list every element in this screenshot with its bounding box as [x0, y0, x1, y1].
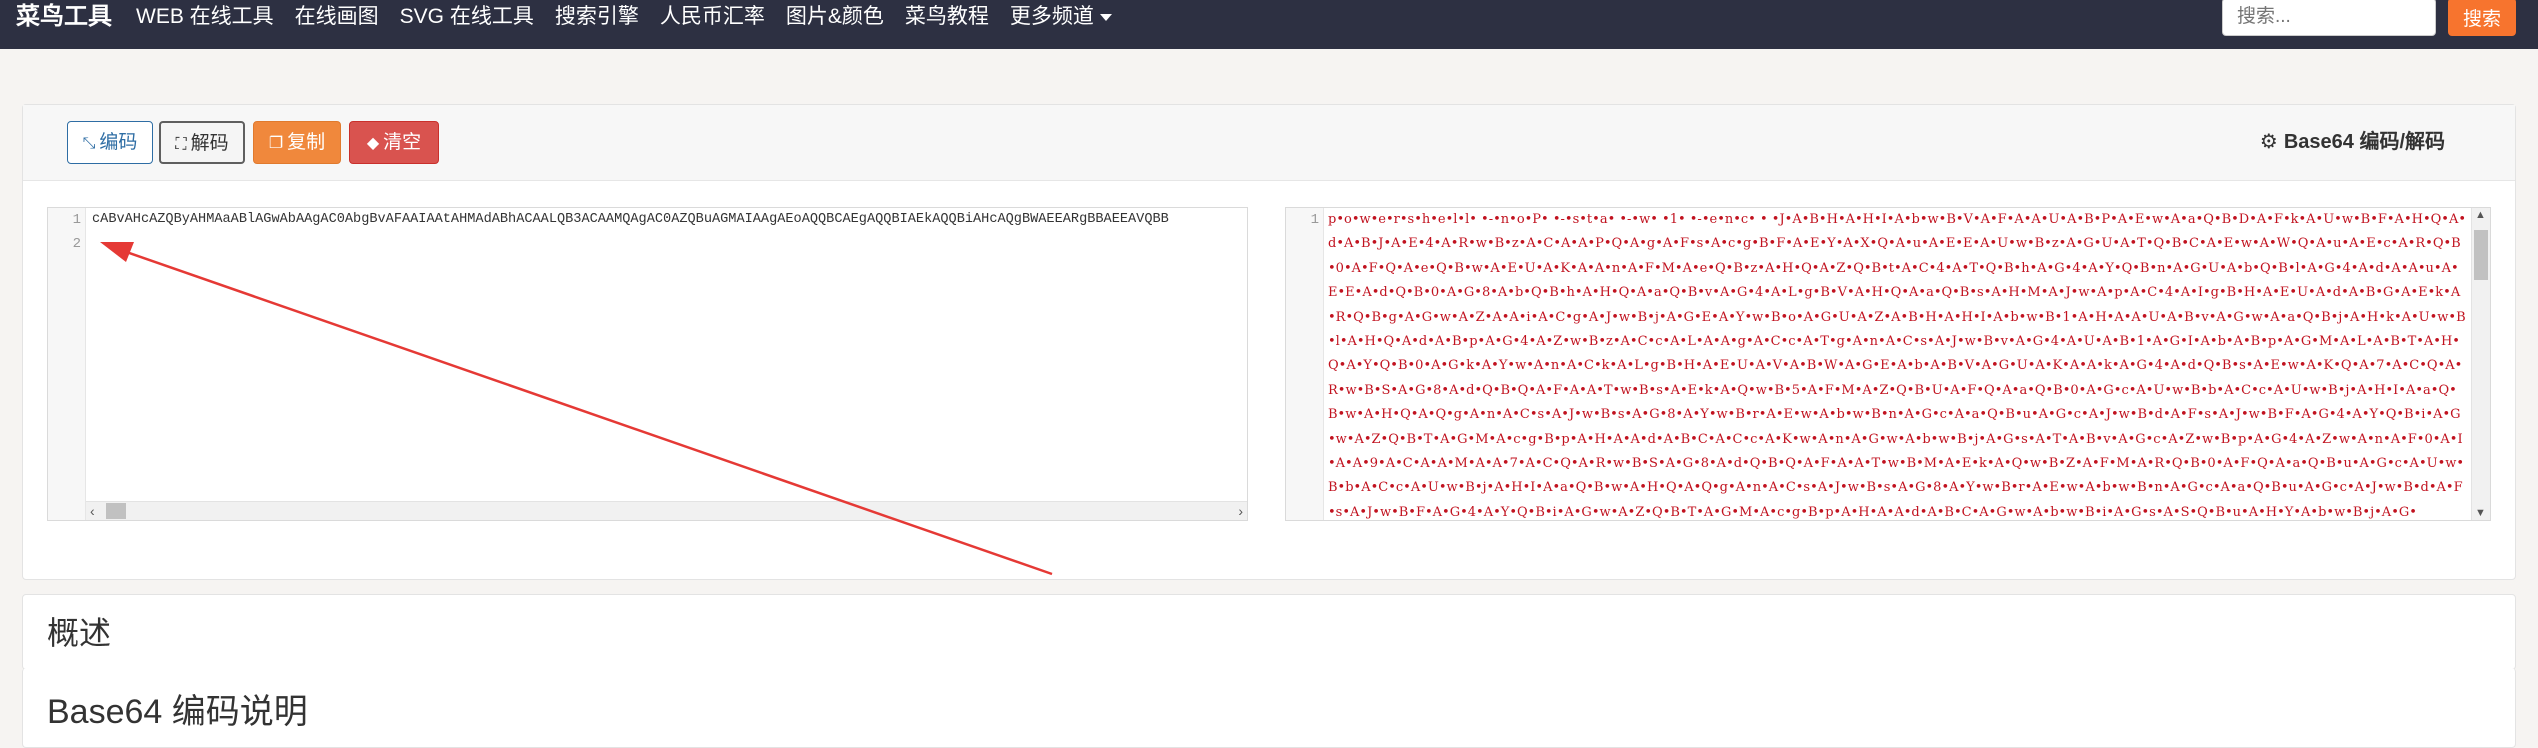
copy-icon: ❐: [268, 135, 284, 152]
panel-title-text: Base64 编码/解码: [2283, 131, 2445, 153]
panel-title: ⚙ Base64 编码/解码: [2260, 121, 2445, 164]
decode-label: 解码: [190, 133, 229, 154]
nav-menu: WEB 在线工具 在线画图 SVG 在线工具 搜索引擎 人民币汇率 图片&颜色 …: [136, 0, 1133, 36]
output-editor[interactable]: 1 p•o•w•e•r•s•h•e•l•l• •-•n•o•P• •-•s•t•…: [1285, 207, 2491, 521]
nav-item-search-engines[interactable]: 搜索引擎: [555, 0, 639, 36]
horizontal-scrollbar[interactable]: ‹ ›: [86, 501, 1247, 520]
overview-heading: 概述: [47, 615, 112, 651]
line-number: 1: [72, 212, 81, 228]
eraser-icon: ◆: [366, 135, 380, 152]
copy-button[interactable]: ❐ 复制: [253, 121, 341, 164]
line-number: 2: [72, 236, 81, 252]
line-number: 1: [1310, 212, 1319, 228]
scrollbar-thumb[interactable]: [106, 503, 126, 519]
top-navbar: 菜鸟工具 WEB 在线工具 在线画图 SVG 在线工具 搜索引擎 人民币汇率 图…: [0, 0, 2538, 49]
input-editor[interactable]: 1 2 cABvAHcAZQByAHMAaABlAGwAbAAgAC0AbgBv…: [47, 207, 1248, 521]
panel-toolbar: ⤡ 编码 ⛶ 解码 ❐ 复制 ◆ 清空 ⚙ Base64 编码/解码: [23, 105, 2515, 181]
compress-icon: ⤡: [82, 135, 96, 152]
nav-item-web-tools[interactable]: WEB 在线工具: [136, 0, 274, 36]
caret-down-icon: [1099, 13, 1112, 21]
input-line-1: cABvAHcAZQByAHMAaABlAGwAbAAgAC0AbgBvAFAA…: [92, 212, 1169, 227]
scroll-right-icon[interactable]: ›: [1238, 502, 1243, 520]
clear-button[interactable]: ◆ 清空: [349, 121, 439, 164]
explanation-heading: Base64 编码说明: [47, 693, 308, 731]
output-code[interactable]: p•o•w•e•r•s•h•e•l•l• •-•n•o•P• •-•s•t•a•…: [1328, 208, 2468, 520]
search-button[interactable]: 搜索: [2448, 0, 2516, 36]
input-code[interactable]: cABvAHcAZQByAHMAaABlAGwAbAAgAC0AbgBvAFAA…: [92, 208, 1247, 232]
expand-icon: ⛶: [175, 136, 187, 153]
encode-label: 编码: [99, 132, 138, 153]
encode-button[interactable]: ⤡ 编码: [67, 121, 153, 164]
gears-icon: ⚙: [2259, 131, 2278, 153]
vertical-scrollbar[interactable]: ▲ ▼: [2471, 208, 2490, 520]
base64-tool-panel: ⤡ 编码 ⛶ 解码 ❐ 复制 ◆ 清空 ⚙ Base64 编码/解码 1 2 cABvAH…: [22, 104, 2516, 580]
nav-item-exchange-rate[interactable]: 人民币汇率: [660, 0, 765, 36]
decode-button[interactable]: ⛶ 解码: [159, 121, 245, 164]
site-logo[interactable]: 菜鸟工具: [16, 0, 112, 36]
overview-section: 概述: [22, 594, 2516, 670]
nav-item-drawing[interactable]: 在线画图: [295, 0, 379, 36]
output-line-gutter: 1: [1286, 208, 1324, 520]
nav-item-more-channels[interactable]: 更多频道: [1010, 0, 1112, 36]
nav-item-svg-tools[interactable]: SVG 在线工具: [400, 0, 534, 36]
more-channels-label: 更多频道: [1009, 5, 1094, 28]
scroll-left-icon[interactable]: ‹: [90, 502, 95, 520]
scroll-up-icon[interactable]: ▲: [2475, 209, 2486, 221]
input-line-gutter: 1 2: [48, 208, 86, 520]
nav-item-tutorials[interactable]: 菜鸟教程: [905, 0, 989, 36]
copy-label: 复制: [287, 132, 326, 153]
explanation-section: Base64 编码说明: [22, 668, 2516, 748]
scrollbar-thumb[interactable]: [2474, 230, 2488, 280]
nav-item-images-colors[interactable]: 图片&颜色: [786, 0, 884, 36]
scroll-down-icon[interactable]: ▼: [2475, 507, 2486, 519]
search-input[interactable]: [2222, 0, 2436, 36]
clear-label: 清空: [383, 132, 422, 153]
